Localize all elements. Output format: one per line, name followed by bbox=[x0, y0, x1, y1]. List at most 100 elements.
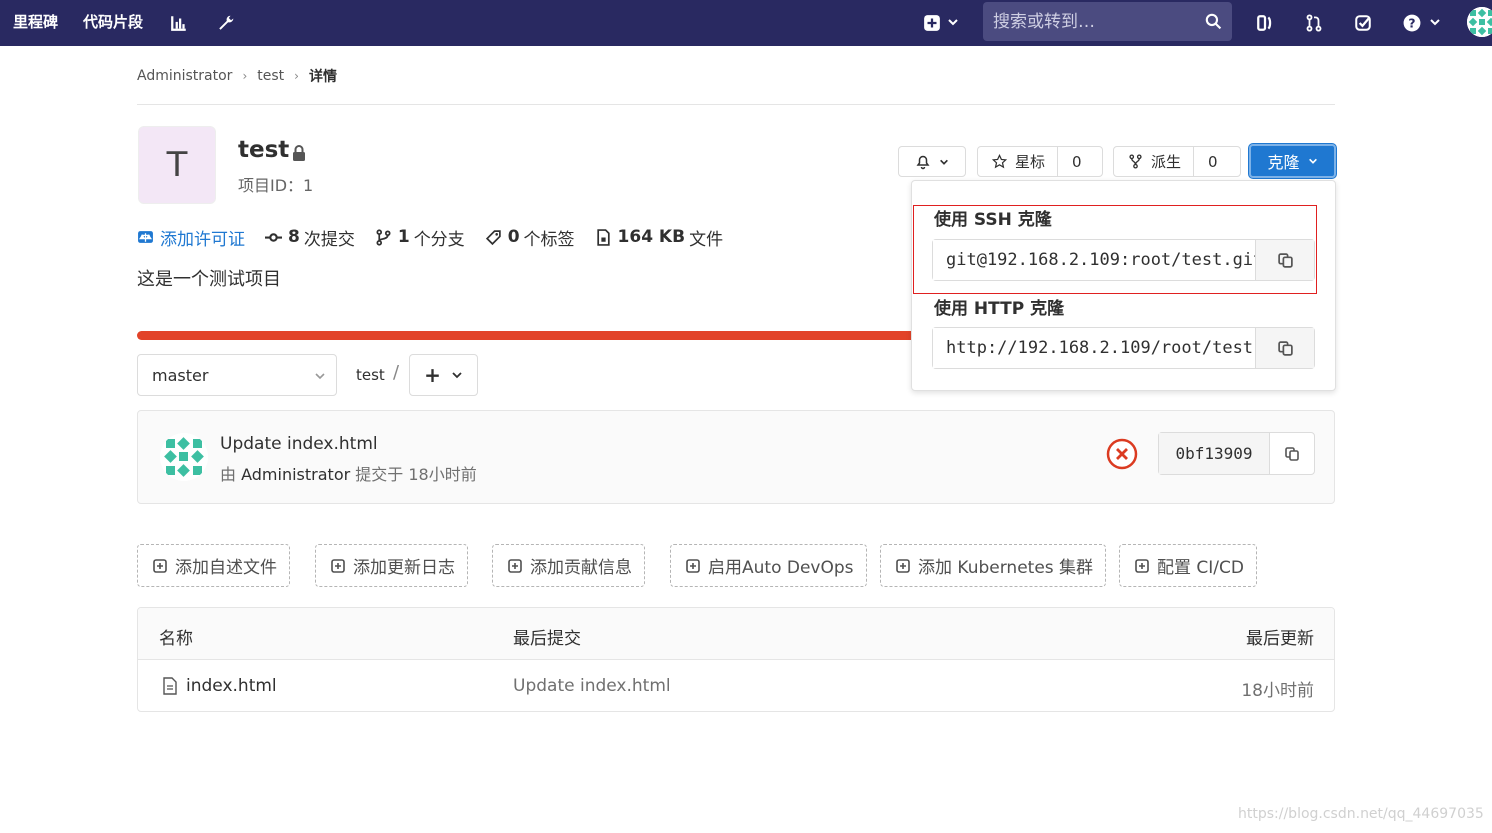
issues-icon[interactable] bbox=[1252, 10, 1278, 36]
copy-ssh-url-button[interactable] bbox=[1255, 240, 1314, 280]
add-kubernetes-button[interactable]: 添加 Kubernetes 集群 bbox=[880, 544, 1107, 587]
nav-milestones[interactable]: 里程碑 bbox=[13, 0, 58, 46]
star-label: 星标 bbox=[1015, 153, 1046, 171]
http-clone-url-input[interactable] bbox=[933, 328, 1255, 368]
setup-cicd-button[interactable]: 配置 CI/CD bbox=[1119, 544, 1257, 587]
clone-label: 克隆 bbox=[1267, 153, 1300, 172]
branch-selector[interactable]: master bbox=[137, 354, 337, 396]
pipeline-failed-icon[interactable] bbox=[1106, 438, 1138, 470]
copy-icon bbox=[1285, 446, 1299, 461]
new-item-plus-icon[interactable] bbox=[919, 10, 945, 36]
chevron-down-icon bbox=[1430, 19, 1440, 26]
breadcrumb: Administrator › test › 详情 bbox=[137, 64, 337, 88]
commit-author-avatar[interactable] bbox=[160, 433, 208, 481]
add-contributing-label: 添加贡献信息 bbox=[530, 558, 632, 578]
file-icon bbox=[163, 677, 177, 695]
divider bbox=[137, 104, 1335, 105]
project-stats: 添加许可证 8 次提交 1 个分支 0 个标签 164 KB 文件 bbox=[137, 224, 743, 250]
chevron-down-icon bbox=[940, 159, 948, 165]
path-separator: / bbox=[393, 362, 400, 383]
plus-square-icon bbox=[508, 558, 522, 573]
star-button[interactable]: 星标 0 bbox=[977, 146, 1103, 177]
http-clone-label: 使用 HTTP 克隆 bbox=[934, 299, 1065, 319]
user-avatar[interactable] bbox=[1467, 7, 1492, 37]
breadcrumb-owner[interactable]: Administrator bbox=[137, 68, 232, 84]
star-count[interactable]: 0 bbox=[1057, 147, 1096, 176]
commit-title-link[interactable]: Update index.html bbox=[220, 434, 378, 454]
ssh-clone-url-input[interactable] bbox=[933, 240, 1255, 280]
commits-stat[interactable]: 8 次提交 bbox=[265, 225, 355, 250]
table-header: 名称 最后提交 最后更新 bbox=[138, 608, 1334, 660]
breadcrumb-project[interactable]: test bbox=[257, 68, 284, 84]
enable-auto-devops-button[interactable]: 启用Auto DevOps bbox=[670, 544, 867, 587]
files-stat[interactable]: 164 KB 文件 bbox=[595, 225, 724, 250]
add-contributing-button[interactable]: 添加贡献信息 bbox=[492, 544, 645, 587]
last-commit-box: Update index.html 由 Administrator 提交于 18… bbox=[137, 410, 1335, 504]
todos-icon[interactable] bbox=[1350, 10, 1376, 36]
branch-icon bbox=[376, 228, 391, 246]
plus-square-icon bbox=[1135, 558, 1149, 573]
search-input[interactable] bbox=[993, 10, 1193, 34]
tags-label: 个标签 bbox=[523, 229, 575, 250]
add-to-tree-button[interactable]: + bbox=[409, 354, 478, 396]
enable-auto-devops-label: 启用Auto DevOps bbox=[708, 558, 854, 578]
commit-author-link[interactable]: Administrator bbox=[241, 465, 350, 484]
path-root-link[interactable]: test bbox=[356, 366, 385, 384]
plus-square-icon bbox=[686, 558, 700, 573]
add-readme-label: 添加自述文件 bbox=[175, 558, 277, 578]
ssh-clone-group bbox=[932, 239, 1315, 281]
tags-count: 0 bbox=[507, 227, 520, 247]
fork-button[interactable]: 派生 0 bbox=[1113, 146, 1241, 177]
breadcrumb-separator-icon: › bbox=[242, 69, 248, 83]
watermark: https://blog.csdn.net/qq_44697035 bbox=[1238, 806, 1484, 822]
branches-count: 1 bbox=[397, 227, 410, 247]
project-avatar: T bbox=[138, 126, 216, 204]
file-last-update: 18小时前 bbox=[1241, 681, 1314, 701]
breadcrumb-separator-icon: › bbox=[294, 69, 299, 83]
nav-snippets[interactable]: 代码片段 bbox=[83, 0, 143, 46]
ssh-clone-label: 使用 SSH 克隆 bbox=[934, 210, 1052, 230]
commit-meta: 由 Administrator 提交于 18小时前 bbox=[220, 461, 477, 485]
bell-icon bbox=[916, 155, 930, 169]
branches-label: 个分支 bbox=[413, 229, 465, 250]
files-label: 文件 bbox=[689, 229, 724, 250]
add-changelog-button[interactable]: 添加更新日志 bbox=[315, 544, 468, 587]
copy-sha-button[interactable] bbox=[1270, 433, 1314, 474]
copy-http-url-button[interactable] bbox=[1255, 328, 1314, 368]
fork-count[interactable]: 0 bbox=[1193, 147, 1232, 176]
clone-dropdown-menu: 使用 SSH 克隆 使用 HTTP 克隆 bbox=[911, 180, 1336, 391]
branches-stat[interactable]: 1 个分支 bbox=[375, 225, 465, 250]
file-last-commit-link[interactable]: Update index.html bbox=[513, 676, 671, 696]
setup-cicd-label: 配置 CI/CD bbox=[1157, 558, 1244, 578]
plus-square-icon bbox=[331, 558, 345, 573]
merge-requests-icon[interactable] bbox=[1301, 10, 1327, 36]
file-tree-table: 名称 最后提交 最后更新 index.html Update index.htm… bbox=[137, 607, 1335, 712]
top-navbar: 里程碑 代码片段 ? bbox=[0, 0, 1492, 46]
file-name-link[interactable]: index.html bbox=[186, 676, 277, 696]
chevron-down-icon bbox=[1308, 158, 1317, 164]
search-box[interactable] bbox=[983, 2, 1232, 41]
plus-square-icon bbox=[896, 558, 910, 573]
help-icon[interactable]: ? bbox=[1399, 10, 1425, 36]
add-readme-button[interactable]: 添加自述文件 bbox=[137, 544, 290, 587]
tags-stat[interactable]: 0 个标签 bbox=[485, 225, 575, 250]
add-license-label: 添加许可证 bbox=[160, 229, 245, 250]
column-last-commit-header: 最后提交 bbox=[513, 629, 581, 649]
search-icon bbox=[1205, 13, 1222, 30]
commit-icon bbox=[265, 232, 282, 242]
plus-square-icon bbox=[153, 558, 167, 573]
clone-button[interactable]: 克隆 bbox=[1249, 144, 1336, 178]
project-description: 这是一个测试项目 bbox=[137, 269, 281, 290]
commit-sha[interactable]: 0bf13909 bbox=[1159, 433, 1270, 474]
svg-text:?: ? bbox=[1408, 17, 1415, 31]
wrench-admin-icon[interactable] bbox=[213, 10, 239, 36]
breadcrumb-current[interactable]: 详情 bbox=[309, 66, 337, 86]
add-license-link[interactable]: 添加许可证 bbox=[137, 225, 245, 250]
project-id: 项目ID：1 bbox=[238, 176, 314, 195]
project-title: test bbox=[238, 137, 290, 163]
activity-chart-icon[interactable] bbox=[166, 10, 192, 36]
table-row[interactable]: index.html Update index.html 18小时前 bbox=[138, 660, 1334, 711]
notification-dropdown[interactable] bbox=[898, 146, 966, 177]
lock-icon bbox=[293, 145, 305, 161]
chevron-down-icon bbox=[315, 373, 325, 380]
